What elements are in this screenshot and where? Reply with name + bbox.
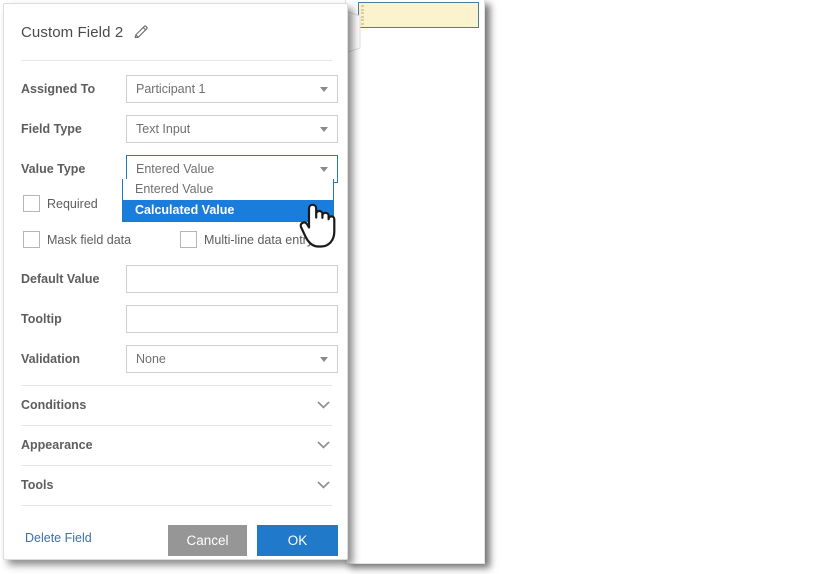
dropdown-option-entered-value[interactable]: Entered Value [123,179,333,200]
field-row-tooltip: Tooltip [4,305,347,333]
page-title: Custom Field 2 [21,24,123,41]
value-type-dropdown-list[interactable]: Entered Value Calculated Value [122,179,334,222]
validation-select[interactable]: None [126,345,338,373]
chevron-down-icon [317,481,330,489]
label-assigned-to: Assigned To [21,75,95,103]
label-field-type: Field Type [21,115,82,143]
section-appearance[interactable]: Appearance [4,425,347,465]
chevron-down-icon [320,167,328,172]
section-conditions[interactable]: Conditions [4,385,347,425]
section-tools[interactable]: Tools [4,465,347,505]
dropdown-option-calculated-value[interactable]: Calculated Value [123,200,333,221]
label-validation: Validation [21,345,80,373]
label-value-type: Value Type [21,155,85,183]
field-type-value: Text Input [136,116,190,142]
section-appearance-label: Appearance [21,425,93,465]
label-default-value: Default Value [21,265,100,293]
yellow-highlighted-field[interactable] [358,2,479,28]
chevron-down-icon [317,401,330,409]
chevron-down-icon [320,127,328,132]
assigned-to-select[interactable]: Participant 1 [126,75,338,103]
custom-field-dialog: Custom Field 2 Assigned To Participant 1… [3,3,348,560]
chevron-down-icon [320,357,328,362]
ok-button[interactable]: OK [257,525,338,556]
background-form-panel [345,0,485,564]
pencil-icon[interactable] [132,24,149,41]
section-tools-label: Tools [21,465,53,505]
checkbox-multi-line-data-entry[interactable] [180,231,197,248]
label-required: Required [47,195,98,213]
chevron-down-icon [320,87,328,92]
divider [21,505,332,506]
validation-value: None [136,346,166,372]
label-mask-field-data: Mask field data [47,231,131,249]
chevron-down-icon [317,441,330,449]
label-tooltip: Tooltip [21,305,62,333]
assigned-to-value: Participant 1 [136,76,205,102]
divider [21,60,332,61]
delete-field-link[interactable]: Delete Field [25,531,92,545]
field-row-field-type: Field Type Text Input [4,115,347,143]
label-multi-line-data-entry: Multi-line data entry [204,231,313,249]
checkbox-mask-field-data[interactable] [23,231,40,248]
section-conditions-label: Conditions [21,385,86,425]
checkbox-row-mask-multiline: Mask field data Multi-line data entry [4,231,347,251]
field-row-default-value: Default Value [4,265,347,293]
field-row-assigned-to: Assigned To Participant 1 [4,75,347,103]
dialog-header: Custom Field 2 [4,4,347,60]
cancel-button[interactable]: Cancel [168,525,247,556]
field-row-validation: Validation None [4,345,347,373]
tooltip-input[interactable] [126,305,338,333]
field-type-select[interactable]: Text Input [126,115,338,143]
checkbox-required[interactable] [23,195,40,212]
default-value-input[interactable] [126,265,338,293]
